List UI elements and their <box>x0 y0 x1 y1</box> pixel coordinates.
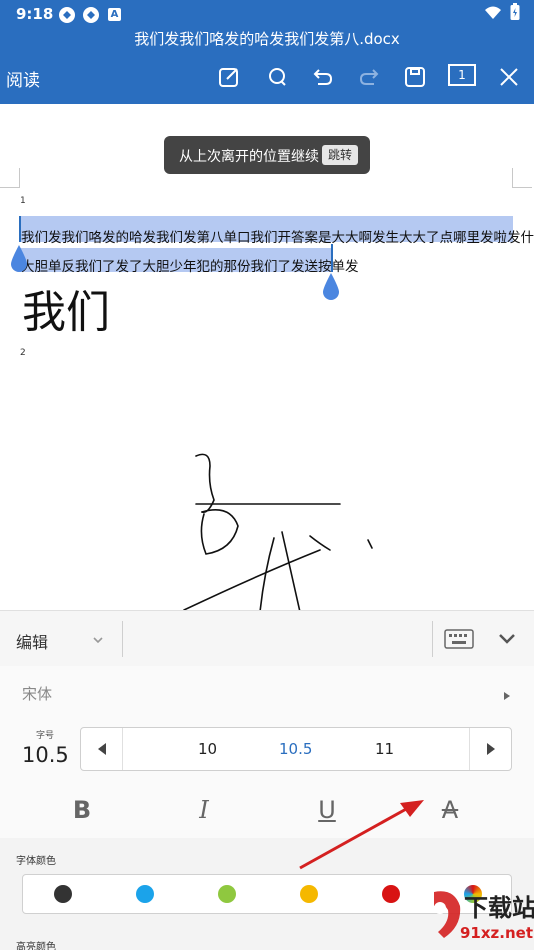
save-icon[interactable] <box>400 62 430 92</box>
font-size-stepper[interactable]: 10 10.5 11 <box>80 727 512 771</box>
sync-icon <box>58 6 75 23</box>
notification-a-icon: A <box>108 8 121 21</box>
highlight-color-label: 高亮颜色 <box>16 942 56 950</box>
divider <box>432 621 433 657</box>
page-corner-mark <box>512 168 532 188</box>
color-swatch-yellow[interactable] <box>300 885 318 903</box>
font-size-section: 字号 10.5 10 10.5 11 <box>0 718 534 782</box>
status-indicators <box>484 3 520 25</box>
handwritten-drawing <box>183 453 373 610</box>
wifi-icon <box>484 5 502 24</box>
edit-mode-label[interactable]: 编辑 <box>16 629 48 653</box>
size-option[interactable]: 10 <box>198 740 217 758</box>
top-toolbar: 阅读 1 <box>0 52 534 104</box>
read-mode-label[interactable]: 阅读 <box>6 66 40 91</box>
font-color-label: 字体颜色 <box>16 856 56 867</box>
bold-button[interactable]: B <box>66 794 98 826</box>
divider <box>122 621 123 657</box>
keyboard-icon[interactable] <box>444 629 474 653</box>
app-screen: 9:18 A 我们发我们咯发的哈发我们发第八.docx 阅读 1 从上次离开的位… <box>0 0 534 950</box>
sync-icon-2 <box>82 6 99 23</box>
font-family-value: 宋体 <box>22 685 53 703</box>
paragraph-number: 2 <box>20 348 26 358</box>
document-title: 我们发我们咯发的哈发我们发第八.docx <box>0 28 534 52</box>
font-family-selector[interactable]: 宋体 <box>0 666 534 718</box>
edit-mode-bar: 编辑 <box>0 610 534 666</box>
toast-message: 从上次离开的位置继续 <box>179 149 319 165</box>
strikethrough-button[interactable]: A <box>434 794 466 826</box>
watermark-brand: 下载站 <box>464 894 534 922</box>
page-indicator-button[interactable]: 1 <box>448 64 476 86</box>
selection-start-caret <box>19 216 21 242</box>
jump-button[interactable]: 跳转 <box>322 145 358 165</box>
font-size-current: 10.5 <box>22 743 69 767</box>
font-size-caption: 字号 <box>36 731 55 741</box>
undo-icon[interactable] <box>308 62 338 92</box>
status-time: 9:18 <box>16 5 54 23</box>
size-option-selected[interactable]: 10.5 <box>279 740 312 758</box>
resume-reading-toast: 从上次离开的位置继续 跳转 <box>164 136 370 174</box>
text-style-row: B I U A <box>0 782 534 838</box>
status-bar: 9:18 A <box>0 0 534 28</box>
battery-icon <box>510 3 520 25</box>
large-heading-text[interactable]: 我们 <box>22 276 110 340</box>
color-swatch-green[interactable] <box>218 885 236 903</box>
page-corner-mark <box>0 168 20 188</box>
collapse-chevron-icon[interactable] <box>498 631 516 650</box>
chevron-down-icon[interactable] <box>92 631 104 650</box>
selection-start-handle[interactable] <box>9 244 29 278</box>
size-prev-arrow-icon[interactable] <box>81 728 123 770</box>
close-icon[interactable] <box>494 62 524 92</box>
paragraph-line[interactable]: 我们发我们咯发的哈发我们发第八单口我们开答案是大大啊发生大大了点哪里发啦发什么 <box>21 226 534 246</box>
redo-icon[interactable] <box>354 62 384 92</box>
color-swatch-red[interactable] <box>382 885 400 903</box>
document-view[interactable]: 从上次离开的位置继续 跳转 1 我们发我们咯发的哈发我们发第八单口我们开答案是大… <box>0 104 534 610</box>
italic-button[interactable]: I <box>188 794 220 826</box>
size-next-arrow-icon[interactable] <box>469 728 511 770</box>
paragraph-number: 1 <box>20 196 26 206</box>
search-icon[interactable] <box>262 62 292 92</box>
watermark-url: 91xz.net <box>460 924 534 942</box>
underline-button[interactable]: U <box>311 794 343 826</box>
size-option[interactable]: 11 <box>375 740 394 758</box>
watermark-logo: 下载站 91xz.net <box>420 886 534 950</box>
selection-end-caret <box>331 244 333 272</box>
edit-icon[interactable] <box>214 62 244 92</box>
color-swatch-blue[interactable] <box>136 885 154 903</box>
paragraph-line[interactable]: 大胆单反我们了发了大胆少年犯的那份我们了发送按单发 <box>21 255 359 275</box>
selection-end-handle[interactable] <box>321 272 341 306</box>
color-swatch-black[interactable] <box>54 885 72 903</box>
chevron-right-icon <box>503 686 511 705</box>
